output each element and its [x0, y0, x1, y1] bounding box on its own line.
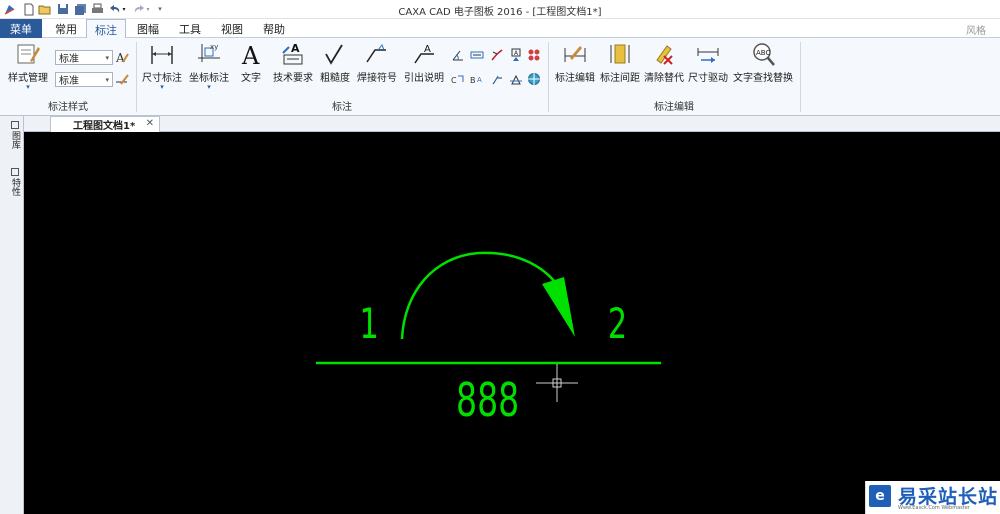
coordinate-dimension-dropdown-icon: ▾ — [207, 83, 211, 91]
svg-text:A: A — [477, 76, 482, 84]
label-888: 888 — [456, 375, 519, 428]
tab-annotation[interactable]: 标注 — [86, 19, 126, 39]
main-menu-button[interactable]: 菜单 — [0, 19, 42, 38]
annotation-edit-icon — [560, 40, 590, 68]
watermark: e 易采站长站 Www.Easck.Com Webmaster — [865, 481, 1000, 514]
welding-symbol-button[interactable]: 焊接符号 — [355, 40, 399, 84]
text-icon: A — [236, 40, 266, 68]
ribbon: 样式管理 ▾ 标准 ▾ 标准 ▾ A 标注样式 尺寸标注 ▾ xy 坐标标注 ▾… — [0, 38, 1000, 116]
tab-common[interactable]: 常用 — [50, 19, 82, 38]
text-find-replace-button[interactable]: ABC 文字查找替换 — [731, 40, 795, 84]
datum-symbol-icon[interactable]: A — [509, 48, 523, 62]
dimension-drive-icon — [693, 40, 723, 68]
svg-text:ABC: ABC — [756, 49, 770, 57]
text-style-select[interactable]: 标准 ▾ — [55, 50, 113, 65]
leader-note-button[interactable]: A 引出说明 — [402, 40, 446, 84]
label-1: 1 — [360, 299, 379, 348]
chevron-down-icon: ▾ — [105, 54, 109, 62]
chevron-down-icon: ▾ — [105, 76, 109, 84]
label-2: 2 — [608, 299, 627, 348]
radius-dimension-icon[interactable] — [490, 72, 504, 86]
left-side-panel: 图库 特性 — [0, 116, 24, 514]
technical-requirements-button[interactable]: A 技术要求 — [270, 40, 316, 84]
roughness-button[interactable]: 粗糙度 — [318, 40, 352, 84]
text-style-edit-icon[interactable]: A — [115, 50, 129, 64]
tab-sheet[interactable]: 图幅 — [132, 19, 164, 38]
diameter-dimension-icon[interactable] — [509, 72, 523, 86]
coordinate-dimension-icon: xy — [194, 40, 224, 68]
library-icon — [11, 121, 19, 129]
angle-dimension-icon[interactable] — [451, 48, 465, 62]
svg-text:C: C — [451, 76, 457, 85]
edit-group-label: 标注编辑 — [654, 102, 694, 113]
center-line-icon[interactable] — [527, 72, 541, 86]
tab-tools[interactable]: 工具 — [174, 19, 206, 38]
drawing-svg: 1 2 888 — [316, 251, 661, 428]
arrow-head — [542, 277, 575, 337]
properties-icon — [11, 168, 19, 176]
clear-override-icon — [649, 40, 679, 68]
dimension-style-select[interactable]: 标准 ▾ — [55, 72, 113, 87]
crosshair-cursor-icon — [536, 364, 578, 402]
tolerance-icon[interactable]: BA — [470, 72, 484, 86]
chamfer-dimension-icon[interactable]: C — [451, 72, 465, 86]
dimension-group-label: 标注 — [332, 102, 352, 113]
watermark-logo-icon: e — [869, 485, 891, 507]
sidebar-item-library[interactable]: 图库 — [6, 121, 20, 149]
welding-symbol-icon — [362, 40, 392, 68]
annotation-edit-button[interactable]: 标注编辑 — [553, 40, 597, 84]
style-manage-button[interactable]: 样式管理 ▾ — [6, 40, 50, 91]
svg-text:xy: xy — [210, 43, 218, 51]
center-mark-icon[interactable] — [527, 48, 541, 62]
dimension-dropdown-icon: ▾ — [160, 83, 164, 91]
style-selector[interactable]: 风格 — [966, 22, 986, 37]
tab-document[interactable]: 工程图文档1* ✕ — [50, 116, 160, 132]
tab-view[interactable]: 视图 — [216, 19, 248, 38]
svg-text:A: A — [424, 44, 431, 55]
title-bar: ▾ ▾ ▾ CAXA CAD 电子图板 2016 - [工程图文档1*] — [0, 0, 1000, 19]
annotation-spacing-button[interactable]: 标注间距 — [598, 40, 642, 84]
annotation-spacing-icon — [605, 40, 635, 68]
leader-note-icon: A — [409, 40, 439, 68]
document-tab-bar: 工程图文档1* ✕ — [24, 116, 1000, 132]
text-button[interactable]: A 文字 — [235, 40, 267, 84]
clear-override-button[interactable]: 清除替代 — [643, 40, 685, 84]
arc-path — [400, 251, 564, 340]
watermark-subtext: Www.Easck.Com Webmaster — [898, 505, 970, 511]
menu-bar: 菜单 常用 标注 图幅 工具 视图 帮助 风格 — [0, 19, 1000, 39]
dimension-button[interactable]: 尺寸标注 ▾ — [140, 40, 184, 91]
roughness-icon — [320, 40, 350, 68]
style-manage-icon — [13, 40, 43, 68]
group-divider — [800, 42, 801, 112]
technical-requirements-icon: A — [278, 40, 308, 68]
sidebar-item-properties[interactable]: 特性 — [6, 168, 20, 196]
drawing-canvas[interactable]: 1 2 888 — [24, 132, 1000, 514]
dimension-style-edit-icon[interactable] — [115, 72, 129, 86]
style-manage-dropdown-icon: ▾ — [26, 83, 30, 91]
close-icon[interactable]: ✕ — [146, 118, 154, 129]
magnifier-icon: ABC — [748, 40, 778, 68]
arc-dimension-icon[interactable] — [490, 48, 504, 62]
base-dimension-icon[interactable] — [470, 48, 484, 62]
svg-text:A: A — [291, 42, 300, 55]
svg-text:A: A — [241, 42, 260, 67]
svg-text:B: B — [470, 76, 476, 85]
tab-help[interactable]: 帮助 — [258, 19, 290, 38]
dimension-icon — [147, 40, 177, 68]
dimension-drive-button[interactable]: 尺寸驱动 — [686, 40, 730, 84]
style-group-label: 标注样式 — [48, 102, 88, 113]
window-title: CAXA CAD 电子图板 2016 - [工程图文档1*] — [398, 7, 602, 18]
coordinate-dimension-button[interactable]: xy 坐标标注 ▾ — [187, 40, 231, 91]
